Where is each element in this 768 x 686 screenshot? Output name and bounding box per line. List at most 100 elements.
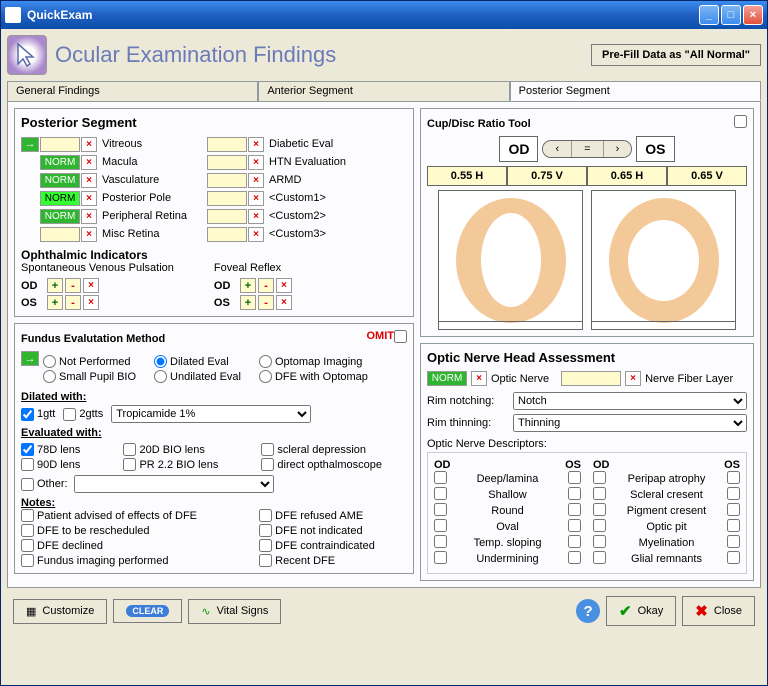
desc-os-check[interactable] — [568, 551, 581, 564]
disc-od[interactable] — [438, 190, 583, 330]
radio-optomap[interactable]: Optomap Imaging — [259, 355, 368, 368]
disc-os[interactable] — [591, 190, 736, 330]
desc-od-check[interactable] — [593, 519, 606, 532]
onh-nfl-clear[interactable]: × — [625, 371, 641, 386]
clear-diabetic[interactable]: × — [248, 137, 264, 152]
onh-optic-clear[interactable]: × — [471, 371, 487, 386]
radio-dilated-eval[interactable]: Dilated Eval — [154, 355, 241, 368]
check-1gtt[interactable]: 1gtt — [21, 408, 55, 421]
norm-badge-de[interactable] — [207, 137, 247, 152]
desc-os-check[interactable] — [727, 551, 740, 564]
desc-od-check[interactable] — [593, 503, 606, 516]
norm-badge-c3[interactable] — [207, 227, 247, 242]
desc-os-check[interactable] — [568, 503, 581, 516]
norm-badge-pr[interactable]: NORM — [40, 209, 80, 224]
vital-signs-button[interactable]: ∿ Vital Signs — [188, 599, 281, 624]
desc-od-check[interactable] — [434, 535, 447, 548]
rim-notching-select[interactable]: Notch — [513, 392, 747, 410]
check-pr22[interactable]: PR 2.2 BIO lens — [123, 458, 243, 471]
clear-armd[interactable]: × — [248, 173, 264, 188]
norm-badge-c1[interactable] — [207, 191, 247, 206]
svp-os-minus[interactable]: - — [65, 295, 81, 310]
svp-os-clear[interactable]: × — [83, 295, 99, 310]
foveal-os-minus[interactable]: - — [258, 295, 274, 310]
norm-badge-htn[interactable] — [207, 155, 247, 170]
desc-od-check[interactable] — [434, 503, 447, 516]
onh-optic-norm[interactable]: NORM — [427, 371, 467, 386]
note-0[interactable]: Patient advised of effects of DFE — [21, 509, 229, 522]
maximize-button[interactable]: □ — [721, 5, 741, 25]
desc-os-check[interactable] — [727, 519, 740, 532]
desc-od-check[interactable] — [434, 551, 447, 564]
tab-anterior-segment[interactable]: Anterior Segment — [258, 81, 509, 101]
clear-c1[interactable]: × — [248, 191, 264, 206]
clear-macula[interactable]: × — [81, 155, 97, 170]
clear-htn[interactable]: × — [248, 155, 264, 170]
check-scleral[interactable]: scleral depression — [261, 443, 407, 456]
apply-all-arrow[interactable]: → — [21, 137, 39, 152]
foveal-od-plus[interactable]: + — [240, 278, 256, 293]
norm-badge-misc[interactable] — [40, 227, 80, 242]
other-lens-select[interactable] — [74, 475, 274, 493]
note-4[interactable]: DFE declined — [21, 539, 229, 552]
desc-os-check[interactable] — [568, 487, 581, 500]
check-2gtts[interactable]: 2gtts — [63, 408, 103, 421]
desc-od-check[interactable] — [593, 487, 606, 500]
desc-od-check[interactable] — [593, 471, 606, 484]
customize-button[interactable]: ▦ Customize — [13, 599, 107, 624]
desc-os-check[interactable] — [727, 503, 740, 516]
rim-thinning-select[interactable]: Thinning — [513, 414, 747, 432]
check-20d[interactable]: 20D BIO lens — [123, 443, 243, 456]
norm-badge-c2[interactable] — [207, 209, 247, 224]
foveal-od-minus[interactable]: - — [258, 278, 274, 293]
svp-od-plus[interactable]: + — [47, 278, 63, 293]
prefill-all-normal-button[interactable]: Pre-Fill Data as "All Normal" — [591, 44, 761, 66]
tab-posterior-segment[interactable]: Posterior Segment — [510, 81, 761, 101]
cupdisc-next[interactable]: › — [604, 141, 632, 157]
close-button[interactable]: ✖ Close — [682, 596, 755, 626]
clear-misc[interactable]: × — [81, 227, 97, 242]
help-button[interactable]: ? — [576, 599, 600, 623]
norm-badge-vasc[interactable]: NORM — [40, 173, 80, 188]
minimize-button[interactable]: _ — [699, 5, 719, 25]
check-78d[interactable]: 78D lens — [21, 443, 105, 456]
cupdisc-equal[interactable]: = — [572, 141, 603, 157]
norm-badge-pp[interactable]: NORM — [40, 191, 80, 206]
desc-os-check[interactable] — [727, 471, 740, 484]
clear-peripheral[interactable]: × — [81, 209, 97, 224]
radio-small-pupil[interactable]: Small Pupil BIO — [43, 370, 136, 383]
desc-os-check[interactable] — [727, 487, 740, 500]
close-window-button[interactable]: × — [743, 5, 763, 25]
cupdisc-check[interactable] — [734, 115, 747, 128]
desc-od-check[interactable] — [593, 551, 606, 564]
clear-c3[interactable]: × — [248, 227, 264, 242]
desc-od-check[interactable] — [434, 471, 447, 484]
foveal-os-clear[interactable]: × — [276, 295, 292, 310]
note-7[interactable]: Recent DFE — [259, 554, 407, 567]
radio-not-performed[interactable]: Not Performed — [43, 355, 136, 368]
norm-badge-armd[interactable] — [207, 173, 247, 188]
foveal-od-clear[interactable]: × — [276, 278, 292, 293]
cupdisc-prev[interactable]: ‹ — [543, 141, 572, 157]
note-3[interactable]: DFE not indicated — [259, 524, 407, 537]
norm-badge-macula[interactable]: NORM — [40, 155, 80, 170]
clear-vitreous[interactable]: × — [81, 137, 97, 152]
desc-os-check[interactable] — [568, 535, 581, 548]
radio-undilated[interactable]: Undilated Eval — [154, 370, 241, 383]
clear-vasculature[interactable]: × — [81, 173, 97, 188]
svp-od-minus[interactable]: - — [65, 278, 81, 293]
note-1[interactable]: DFE refused AME — [259, 509, 407, 522]
tab-general-findings[interactable]: General Findings — [7, 81, 258, 101]
okay-button[interactable]: ✔ Okay — [606, 596, 676, 626]
clear-posterior-pole[interactable]: × — [81, 191, 97, 206]
check-other[interactable]: Other: — [21, 478, 68, 491]
dilating-agent-select[interactable]: Tropicamide 1% — [111, 405, 311, 423]
foveal-os-plus[interactable]: + — [240, 295, 256, 310]
svp-od-clear[interactable]: × — [83, 278, 99, 293]
desc-od-check[interactable] — [593, 535, 606, 548]
desc-od-check[interactable] — [434, 487, 447, 500]
check-90d[interactable]: 90D lens — [21, 458, 105, 471]
desc-os-check[interactable] — [727, 535, 740, 548]
fundus-apply-arrow[interactable]: → — [21, 351, 39, 366]
note-2[interactable]: DFE to be rescheduled — [21, 524, 229, 537]
